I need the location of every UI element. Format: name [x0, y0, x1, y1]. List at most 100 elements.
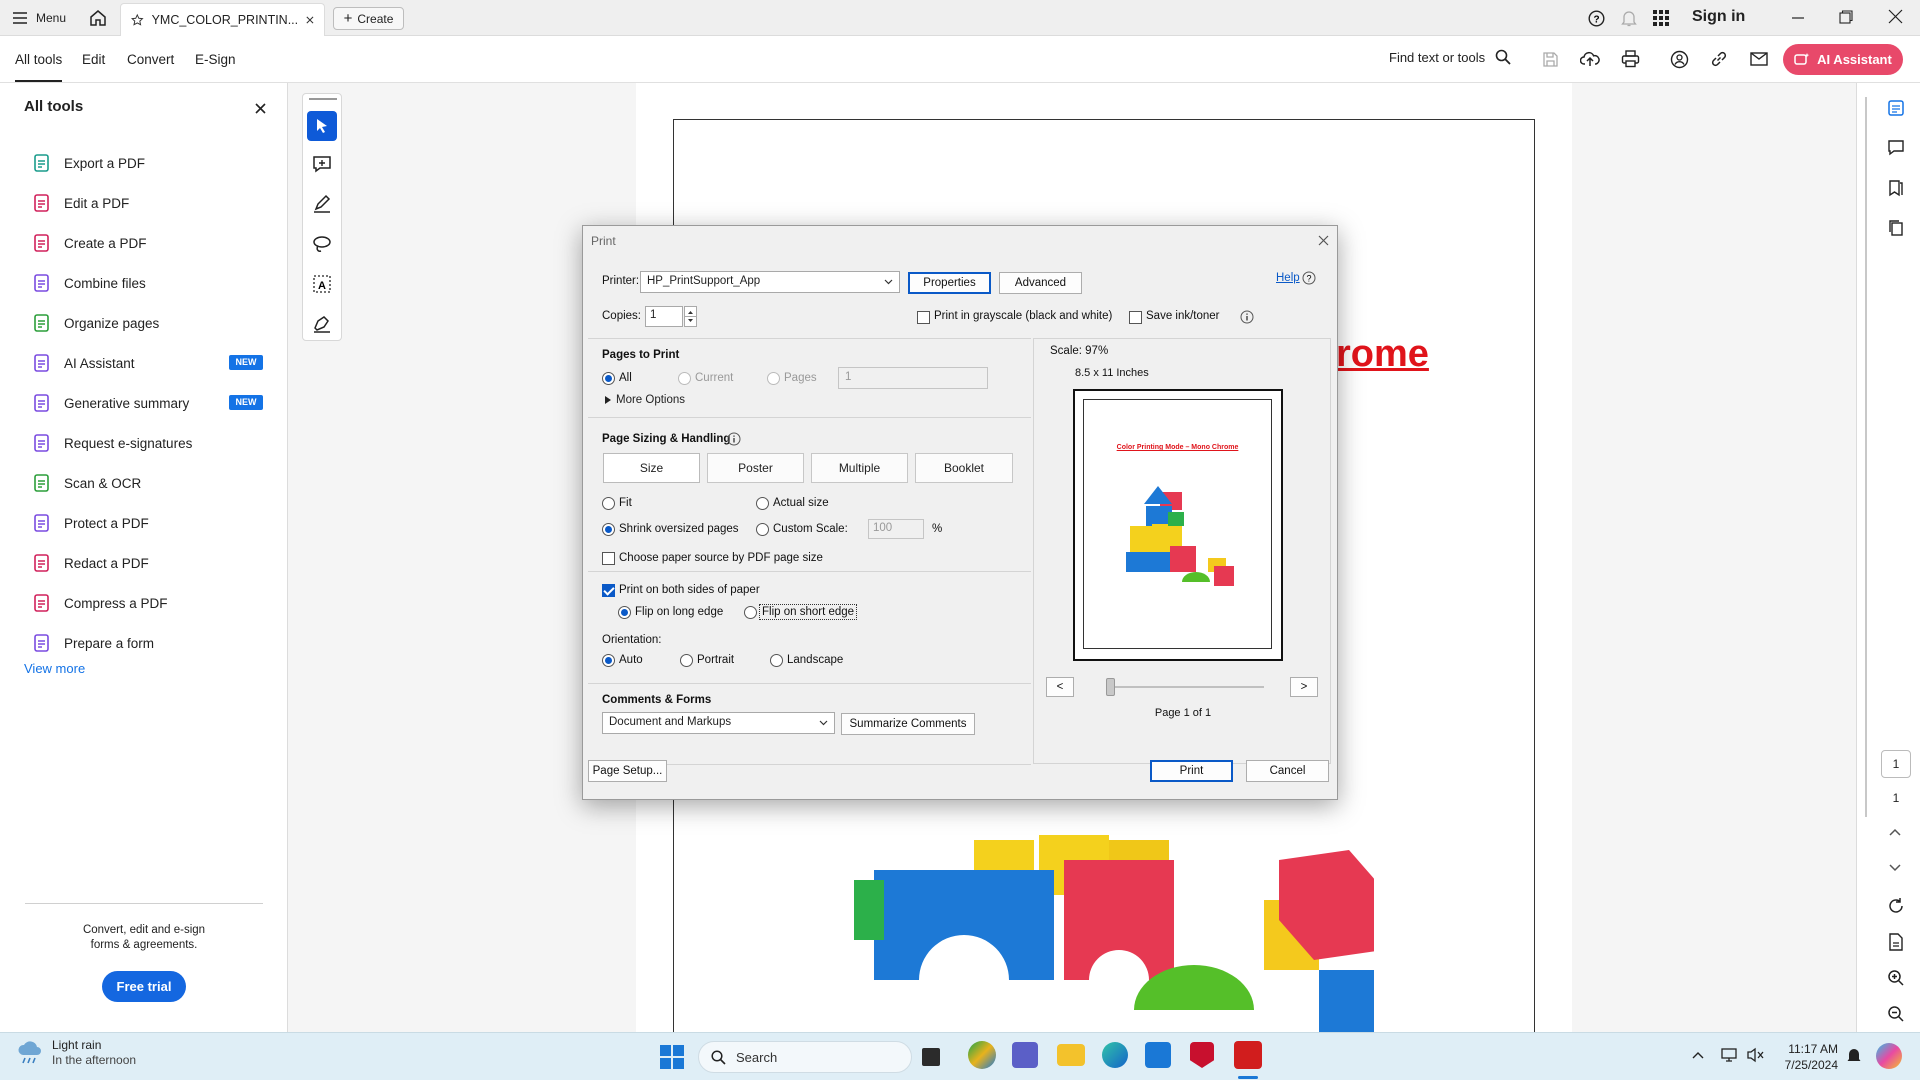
pages-current-radio[interactable]: [678, 372, 691, 385]
draw-tool-button[interactable]: [312, 234, 332, 254]
weather-widget[interactable]: Light rain In the afternoon: [16, 1038, 136, 1068]
grayscale-checkbox[interactable]: [917, 311, 930, 324]
preview-prev-button[interactable]: <: [1046, 677, 1074, 697]
summarize-comments-button[interactable]: Summarize Comments: [841, 713, 975, 735]
menu-all-tools[interactable]: All tools: [15, 36, 63, 82]
page-setup-button[interactable]: Page Setup...: [588, 760, 667, 782]
orientation-landscape-radio[interactable]: [770, 654, 783, 667]
share-button[interactable]: [1665, 45, 1693, 73]
pages-range-input[interactable]: 1: [838, 367, 988, 389]
text-select-tool-button[interactable]: A: [312, 274, 332, 294]
notification-bell-button[interactable]: [1846, 1047, 1862, 1064]
mcafee-icon[interactable]: [1190, 1042, 1214, 1068]
prev-page-button[interactable]: [1888, 827, 1902, 837]
link-button[interactable]: [1705, 45, 1733, 73]
comments-select[interactable]: Document and Markups: [602, 712, 835, 734]
tab-multiple[interactable]: Multiple: [811, 453, 908, 483]
taskbar-search[interactable]: Search: [698, 1041, 912, 1073]
find-tools-search[interactable]: Find text or tools: [1389, 49, 1511, 65]
help-link[interactable]: Help: [1276, 272, 1300, 284]
short-edge-radio[interactable]: [744, 606, 757, 619]
menu-esign[interactable]: E-Sign: [195, 36, 236, 83]
start-button[interactable]: [660, 1045, 684, 1069]
highlight-tool-button[interactable]: [312, 194, 332, 214]
tool-item[interactable]: AI Assistant: [32, 348, 135, 378]
menu-convert[interactable]: Convert: [127, 36, 174, 83]
tool-item[interactable]: Combine files: [32, 268, 146, 298]
minimize-button[interactable]: [1790, 10, 1806, 26]
comment-tool-button[interactable]: [312, 154, 332, 174]
slider-thumb[interactable]: [1106, 678, 1115, 696]
view-more-link[interactable]: View more: [24, 661, 85, 676]
file-explorer-icon[interactable]: [1057, 1044, 1085, 1066]
menu-edit[interactable]: Edit: [82, 36, 105, 83]
close-tab-icon[interactable]: [306, 15, 314, 25]
long-edge-radio[interactable]: [618, 606, 631, 619]
shrink-radio[interactable]: [602, 523, 615, 536]
email-button[interactable]: [1745, 45, 1773, 73]
task-view-icon[interactable]: [922, 1048, 940, 1066]
pages-all-radio[interactable]: [602, 372, 615, 385]
edge-icon[interactable]: [1102, 1042, 1128, 1068]
acrobat-taskbar-icon[interactable]: [1234, 1041, 1262, 1069]
home-button[interactable]: [88, 8, 108, 28]
tool-item[interactable]: Compress a PDF: [32, 588, 168, 618]
create-button[interactable]: + Create: [333, 7, 404, 30]
copilot-tray-icon[interactable]: [1876, 1043, 1902, 1069]
save-ink-checkbox[interactable]: [1129, 311, 1142, 324]
tool-item[interactable]: Create a PDF: [32, 228, 147, 258]
custom-scale-radio[interactable]: [756, 523, 769, 536]
help-info-button[interactable]: ?: [1302, 271, 1316, 285]
tool-item[interactable]: Request e-signatures: [32, 428, 192, 458]
tool-item[interactable]: Generative summary: [32, 388, 189, 418]
sign-in-button[interactable]: Sign in: [1692, 8, 1745, 26]
upload-cloud-button[interactable]: [1576, 45, 1604, 73]
apps-button[interactable]: [1653, 10, 1669, 26]
fit-radio[interactable]: [602, 497, 615, 510]
tool-item[interactable]: Organize pages: [32, 308, 159, 338]
cancel-button[interactable]: Cancel: [1246, 760, 1329, 782]
comments-panel-button[interactable]: [1887, 139, 1905, 157]
rail-scrollbar[interactable]: [1865, 97, 1867, 817]
copies-input[interactable]: 1: [645, 306, 683, 327]
tab-size[interactable]: Size: [603, 453, 700, 483]
copilot-icon[interactable]: [968, 1041, 996, 1069]
network-button[interactable]: [1720, 1047, 1738, 1063]
ai-assistant-button[interactable]: AI Assistant: [1783, 44, 1903, 75]
page-properties-button[interactable]: [1887, 99, 1905, 117]
both-sides-checkbox[interactable]: [602, 584, 615, 597]
pages-range-radio[interactable]: [767, 372, 780, 385]
teams-icon[interactable]: [1012, 1042, 1038, 1068]
restore-button[interactable]: [1838, 9, 1854, 25]
tab-poster[interactable]: Poster: [707, 453, 804, 483]
save-button[interactable]: [1536, 45, 1564, 73]
page-display-button[interactable]: [1887, 933, 1905, 951]
save-ink-info-button[interactable]: [1240, 310, 1254, 324]
pages-panel-button[interactable]: [1887, 219, 1905, 237]
star-icon[interactable]: [131, 12, 144, 28]
help-button[interactable]: ?: [1588, 10, 1605, 27]
document-tab[interactable]: YMC_COLOR_PRINTIN...: [120, 3, 325, 36]
tool-item[interactable]: Export a PDF: [32, 148, 145, 178]
preview-next-button[interactable]: >: [1290, 677, 1318, 697]
next-page-button[interactable]: [1888, 863, 1902, 873]
custom-scale-input[interactable]: 100: [868, 519, 924, 539]
paper-source-checkbox[interactable]: [602, 552, 615, 565]
tab-booklet[interactable]: Booklet: [915, 453, 1013, 483]
menu-button[interactable]: Menu: [12, 8, 66, 28]
tool-item[interactable]: Prepare a form: [32, 628, 154, 658]
properties-button[interactable]: Properties: [908, 272, 991, 294]
tool-item[interactable]: Redact a PDF: [32, 548, 149, 578]
advanced-button[interactable]: Advanced: [999, 272, 1082, 294]
preview-page-slider[interactable]: [1106, 678, 1264, 696]
tray-chevron-button[interactable]: [1692, 1051, 1704, 1059]
tool-item[interactable]: Edit a PDF: [32, 188, 129, 218]
orientation-portrait-radio[interactable]: [680, 654, 693, 667]
print-confirm-button[interactable]: Print: [1150, 760, 1233, 782]
tool-item[interactable]: Scan & OCR: [32, 468, 141, 498]
store-icon[interactable]: [1145, 1042, 1171, 1068]
dialog-close-button[interactable]: [1318, 235, 1329, 246]
drag-handle[interactable]: [309, 98, 337, 100]
volume-button[interactable]: [1746, 1047, 1764, 1063]
page-sizing-info-button[interactable]: [727, 432, 741, 446]
